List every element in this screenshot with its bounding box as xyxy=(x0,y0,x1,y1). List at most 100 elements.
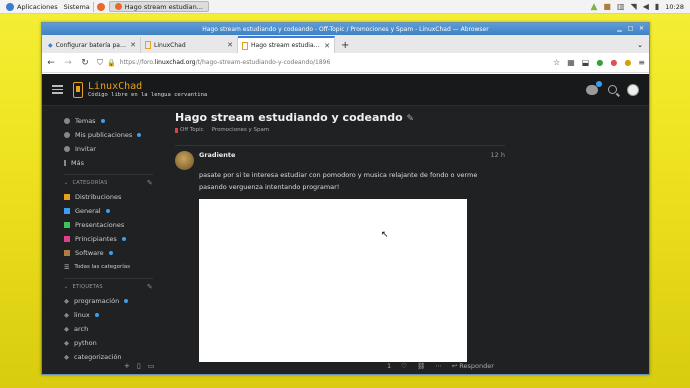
wifi-icon[interactable]: ◥ xyxy=(631,2,637,11)
user-icon xyxy=(64,132,70,138)
plus-icon[interactable]: + xyxy=(124,362,130,370)
link-icon[interactable]: ⛓ xyxy=(417,362,425,370)
menu-icon[interactable]: ≡ xyxy=(638,58,645,67)
sidebar-item-invitar[interactable]: Invitar xyxy=(64,142,159,156)
taskbar-window-button[interactable]: Hago stream estudian... xyxy=(108,1,209,12)
more-actions-icon[interactable]: ⋯ xyxy=(435,362,442,370)
site-logo[interactable]: LinuxChad Código libre en la lengua cerv… xyxy=(88,81,207,98)
chart-icon[interactable]: ▥ xyxy=(617,2,625,11)
sidebar-item-mas[interactable]: Más xyxy=(64,156,159,170)
chevron-down-icon: ⌄ xyxy=(64,283,69,290)
sidebar-item-mis-publicaciones[interactable]: Mis publicaciones xyxy=(64,128,159,142)
categories-header-label: CATEGORÍAS xyxy=(72,179,108,186)
edit-pencil-icon[interactable]: ✎ xyxy=(147,179,153,187)
reply-button[interactable]: ↩ Responder xyxy=(452,362,494,370)
panel-separator xyxy=(92,1,94,12)
post: Gradiente 12 h pasate por si te interesa… xyxy=(175,145,505,362)
all-categories-link[interactable]: ☰ Todas las categorías xyxy=(64,260,159,274)
tag-programacion[interactable]: ◆ programación xyxy=(64,294,159,308)
category-general[interactable]: General xyxy=(64,204,159,218)
url-text: https://foro.linuxchad.org/t/hago-stream… xyxy=(119,59,331,66)
edit-pencil-icon[interactable]: ✎ xyxy=(407,114,415,124)
back-button[interactable]: ← xyxy=(46,58,56,68)
tab-linuxchad[interactable]: LinuxChad ✕ xyxy=(141,37,238,53)
user-avatar[interactable] xyxy=(627,83,639,96)
tag-label: linux xyxy=(74,311,90,319)
extensions-icon[interactable]: ▦ xyxy=(567,58,575,67)
chevron-down-icon: ⌄ xyxy=(64,179,69,186)
url-bar[interactable]: ⛉ 🔒 https://foro.linuxchad.org/t/hago-st… xyxy=(97,56,546,70)
battery-icon[interactable]: ▮ xyxy=(655,2,659,11)
tab-favicon-icon xyxy=(242,41,248,50)
breadcrumb: Off Topic Promociones y Spam xyxy=(175,127,505,133)
apps-menu-icon xyxy=(6,2,14,11)
category-principiantes[interactable]: Principiantes xyxy=(64,232,159,246)
minimize-icon[interactable]: ▁ xyxy=(616,25,623,32)
window-title: Hago stream estudiando y codeando - Off-… xyxy=(202,25,489,33)
pocket-icon[interactable]: ⬓ xyxy=(582,58,590,67)
category-label: Software xyxy=(75,249,104,257)
panel-tray: ▲ ■ ▥ ◥ ◀ ▮ 10:28 xyxy=(591,2,685,12)
bookmark-star-icon[interactable]: ☆ xyxy=(553,58,560,67)
edit-pencil-icon[interactable]: ✎ xyxy=(147,283,153,291)
hamburger-icon[interactable] xyxy=(52,85,63,94)
category-software[interactable]: Software xyxy=(64,246,159,260)
clock[interactable]: 10:28 xyxy=(665,3,684,11)
chat-icon[interactable] xyxy=(586,80,602,95)
tag-arch[interactable]: ◆ arch xyxy=(64,322,159,336)
privacy-extension-icon[interactable]: ● xyxy=(610,58,617,67)
embedded-video[interactable]: ↖ xyxy=(199,199,467,362)
chat-extension-icon[interactable]: ● xyxy=(596,58,603,67)
browser-launcher-icon[interactable] xyxy=(96,2,105,11)
tag-python[interactable]: ◆ python xyxy=(64,336,159,350)
category-badge[interactable]: Off Topic xyxy=(175,127,204,133)
category-color-icon xyxy=(64,194,70,200)
tags-header[interactable]: ⌄ ETIQUETAS ✎ xyxy=(64,278,153,294)
system-menu[interactable]: Sistema xyxy=(64,3,90,11)
new-tab-button[interactable]: + xyxy=(335,37,355,53)
tab-title: LinuxChad xyxy=(154,41,186,49)
tab-close-icon[interactable]: ✕ xyxy=(324,42,330,50)
android-icon[interactable]: ▲ xyxy=(591,2,598,12)
reload-button[interactable]: ↻ xyxy=(80,58,90,68)
post-author[interactable]: Gradiente xyxy=(199,151,235,159)
shield-icon[interactable]: ⛉ xyxy=(97,58,103,68)
maximize-icon[interactable]: □ xyxy=(627,25,634,32)
tag-icon: ◆ xyxy=(64,339,69,347)
keyboard-icon[interactable]: ▭ xyxy=(148,362,155,370)
category-presentaciones[interactable]: Presentaciones xyxy=(64,218,159,232)
subcategory-badge[interactable]: Promociones y Spam xyxy=(212,127,270,133)
poster-avatar[interactable] xyxy=(175,151,194,170)
lock-icon[interactable]: 🔒 xyxy=(107,59,116,67)
apps-menu[interactable]: Aplicaciones xyxy=(6,2,58,11)
search-icon[interactable] xyxy=(608,85,617,94)
addon-icon[interactable]: ● xyxy=(624,58,631,67)
volume-icon[interactable]: ◀ xyxy=(643,2,649,11)
forward-button[interactable]: → xyxy=(63,58,73,68)
tab-topic[interactable]: Hago stream estudiando y codi ✕ xyxy=(238,36,335,53)
forum-app: LinuxChad Código libre en la lengua cerv… xyxy=(42,74,649,374)
post-text: pasate por si te interesa estudiar con p… xyxy=(199,171,478,191)
post-age[interactable]: 12 h xyxy=(491,151,505,159)
topic-title[interactable]: Hago stream estudiando y codeando ✎ xyxy=(175,111,505,124)
reply-label: Responder xyxy=(459,362,494,370)
tab-battery[interactable]: ◆ Configurar batería para el apag ✕ xyxy=(44,37,141,53)
window-titlebar[interactable]: Hago stream estudiando y codeando - Off-… xyxy=(42,23,649,35)
tab-close-icon[interactable]: ✕ xyxy=(130,41,136,49)
sidebar-item-label: Mis publicaciones xyxy=(75,131,133,139)
site-logo-icon[interactable] xyxy=(73,81,83,98)
unread-dot xyxy=(121,237,126,241)
sidebar-item-temas[interactable]: Temas xyxy=(64,114,159,128)
categories-header[interactable]: ⌄ CATEGORÍAS ✎ xyxy=(64,174,153,190)
tab-list-chevron-icon[interactable]: ⌄ xyxy=(637,37,643,53)
category-label: Distribuciones xyxy=(75,193,122,201)
category-distribuciones[interactable]: Distribuciones xyxy=(64,190,159,204)
mouse-cursor-icon: ↖ xyxy=(381,230,389,240)
package-icon[interactable]: ■ xyxy=(603,2,611,11)
browser-task-icon xyxy=(114,3,122,10)
tab-close-icon[interactable]: ✕ xyxy=(227,41,233,49)
heart-icon[interactable]: ♡ xyxy=(401,362,407,370)
tag-linux[interactable]: ◆ linux xyxy=(64,308,159,322)
mobile-icon[interactable]: ▯ xyxy=(137,362,141,370)
close-window-icon[interactable]: ✕ xyxy=(638,25,645,32)
